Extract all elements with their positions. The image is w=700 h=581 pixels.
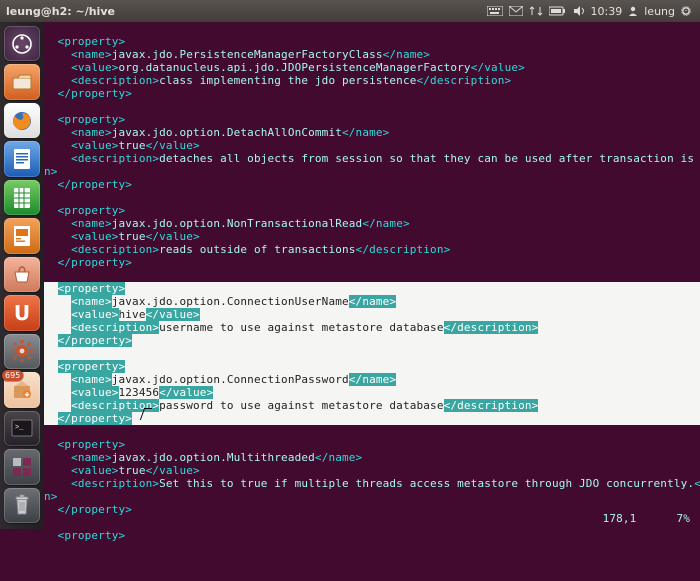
launcher: U 695 >_ <box>0 22 44 529</box>
window-title: leung@h2: ~/hive <box>6 5 115 18</box>
scroll-percent: 7% <box>676 512 690 525</box>
updater-icon[interactable]: 695 <box>4 372 40 407</box>
ubuntuone-icon[interactable]: U <box>4 295 40 330</box>
update-badge: 695 <box>2 370 23 381</box>
battery-icon[interactable] <box>549 6 567 16</box>
username[interactable]: leung <box>644 5 675 18</box>
power-icon[interactable] <box>681 6 691 16</box>
terminal-editor[interactable]: <property> <name>javax.jdo.PersistenceMa… <box>44 22 700 525</box>
top-panel: leung@h2: ~/hive 10:39 leung <box>0 0 700 22</box>
network-icon[interactable] <box>529 6 543 16</box>
mail-icon[interactable] <box>509 6 523 16</box>
clock[interactable]: 10:39 <box>591 5 623 18</box>
keyboard-icon[interactable] <box>487 6 503 16</box>
volume-icon[interactable] <box>573 6 585 16</box>
cursor-position: 178,1 <box>603 512 637 525</box>
firefox-icon[interactable] <box>4 103 40 138</box>
trash-icon[interactable] <box>4 488 40 523</box>
impress-icon[interactable] <box>4 218 40 253</box>
terminal-icon[interactable]: >_ <box>4 411 40 446</box>
files-icon[interactable] <box>4 64 40 99</box>
user-icon[interactable] <box>628 6 638 16</box>
vim-statusline: 178,1 7% <box>44 512 700 525</box>
dash-icon[interactable] <box>4 26 40 61</box>
calc-icon[interactable] <box>4 180 40 215</box>
workspaces-icon[interactable] <box>4 449 40 484</box>
settings-icon[interactable] <box>4 334 40 369</box>
svg-text:>_: >_ <box>15 424 24 432</box>
store-icon[interactable] <box>4 257 40 292</box>
writer-icon[interactable] <box>4 141 40 176</box>
